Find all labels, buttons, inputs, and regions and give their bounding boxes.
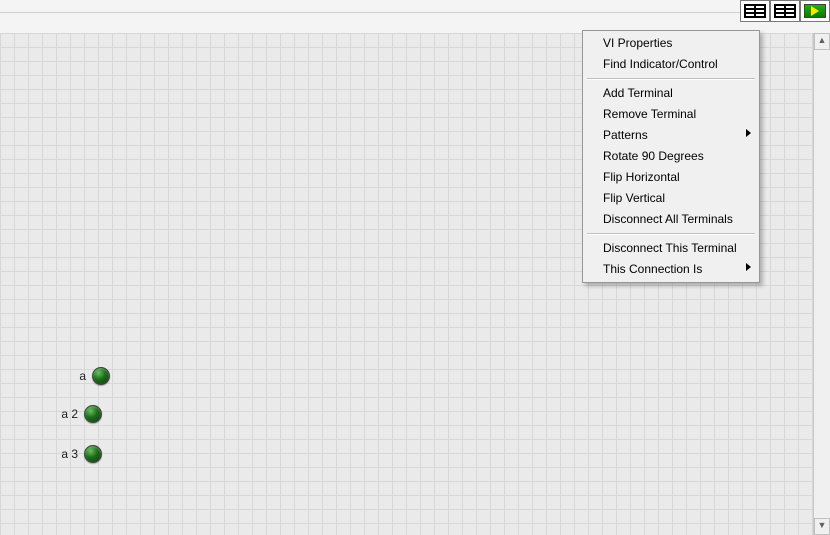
menu-find-indicator-control[interactable]: Find Indicator/Control	[585, 54, 757, 75]
menu-item-label: This Connection Is	[603, 262, 702, 276]
scroll-down-button[interactable]	[814, 518, 830, 535]
context-menu: VI Properties Find Indicator/Control Add…	[582, 30, 760, 283]
menu-add-terminal[interactable]: Add Terminal	[585, 83, 757, 104]
indicator-label: a	[66, 369, 86, 383]
vertical-scrollbar[interactable]	[813, 33, 830, 535]
toolbar-area	[0, 0, 830, 34]
menu-remove-terminal[interactable]: Remove Terminal	[585, 104, 757, 125]
indicator-row: a 3	[58, 445, 102, 463]
indicator-row: a 2	[58, 405, 102, 423]
menu-patterns[interactable]: Patterns	[585, 125, 757, 146]
submenu-arrow-icon	[746, 263, 751, 271]
menu-separator	[587, 78, 755, 80]
led-indicator[interactable]	[84, 445, 102, 463]
icon-row	[740, 0, 830, 22]
menu-rotate-90[interactable]: Rotate 90 Degrees	[585, 146, 757, 167]
menu-this-connection-is[interactable]: This Connection Is	[585, 259, 757, 280]
menu-vi-properties[interactable]: VI Properties	[585, 33, 757, 54]
indicator-label: a 2	[58, 407, 78, 421]
indicator-row: a	[66, 367, 110, 385]
menu-item-label: Patterns	[603, 128, 648, 142]
connector-pane-button-1[interactable]	[740, 0, 770, 22]
connector-pane-button-2[interactable]	[770, 0, 800, 22]
led-indicator[interactable]	[92, 367, 110, 385]
indicator-label: a 3	[58, 447, 78, 461]
vi-icon-button[interactable]	[800, 0, 830, 22]
menu-flip-horizontal[interactable]: Flip Horizontal	[585, 167, 757, 188]
led-indicator[interactable]	[84, 405, 102, 423]
submenu-arrow-icon	[746, 129, 751, 137]
scroll-up-button[interactable]	[814, 33, 830, 50]
menu-disconnect-all[interactable]: Disconnect All Terminals	[585, 209, 757, 230]
menu-disconnect-this[interactable]: Disconnect This Terminal	[585, 238, 757, 259]
menu-separator	[587, 233, 755, 235]
menu-flip-vertical[interactable]: Flip Vertical	[585, 188, 757, 209]
